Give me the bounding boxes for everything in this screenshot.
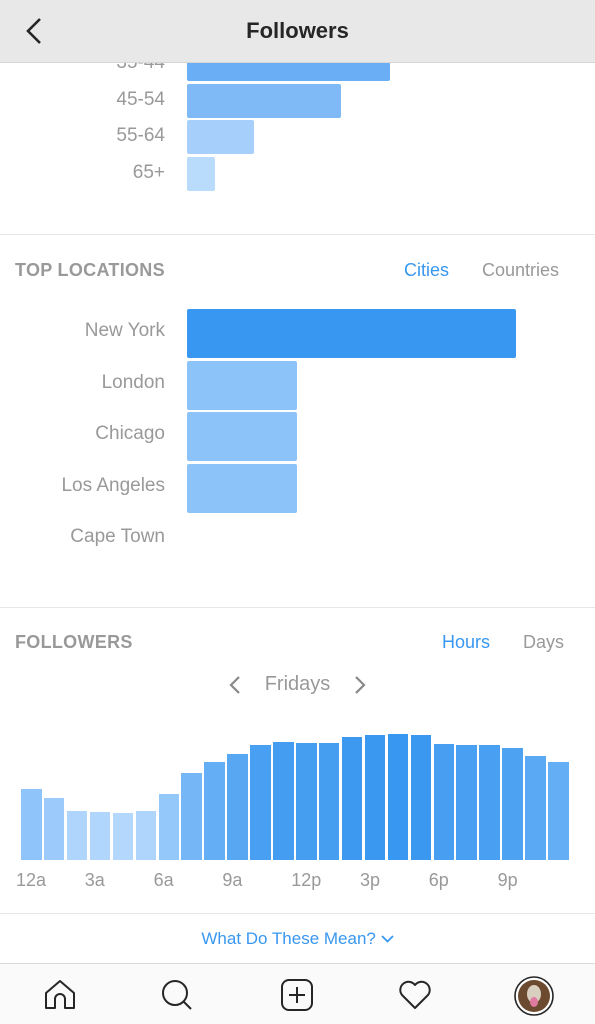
hour-bar bbox=[364, 735, 386, 860]
x-tick-label: 9a bbox=[222, 870, 243, 890]
location-label: New York bbox=[84, 320, 165, 341]
hour-bar bbox=[135, 811, 157, 860]
hour-bar bbox=[181, 773, 202, 860]
hour-bar bbox=[250, 745, 271, 860]
x-tick-label: 9p bbox=[497, 870, 518, 890]
hour-bar bbox=[43, 798, 65, 860]
x-tick-label: 12p bbox=[291, 870, 322, 890]
hour-bar bbox=[89, 812, 111, 860]
link-label: What Do These Mean? bbox=[201, 929, 376, 948]
location-bar bbox=[187, 360, 297, 410]
age-bar bbox=[187, 157, 215, 191]
hour-bar bbox=[502, 748, 523, 860]
location-bar bbox=[187, 309, 516, 358]
x-tick-label: 6a bbox=[153, 870, 174, 890]
chevron-down-icon bbox=[380, 935, 394, 943]
add-post-icon[interactable] bbox=[280, 978, 314, 1012]
nav-header: Followers bbox=[0, 0, 595, 63]
x-tick-label: 3p bbox=[360, 870, 381, 890]
location-label: London bbox=[101, 371, 165, 393]
x-tick-label: 3a bbox=[84, 870, 105, 890]
hour-bar bbox=[387, 734, 409, 860]
x-tick-label: 6p bbox=[428, 870, 449, 890]
hour-bar bbox=[548, 762, 569, 860]
hour-bar bbox=[525, 756, 546, 860]
hour-bar bbox=[456, 745, 477, 860]
what-do-these-mean-link[interactable]: What Do These Mean? bbox=[0, 929, 595, 949]
location-bar bbox=[187, 412, 297, 461]
hour-bar bbox=[21, 789, 42, 860]
tab-days[interactable]: Days bbox=[523, 632, 564, 653]
hour-bar bbox=[433, 744, 455, 860]
hour-bar bbox=[341, 737, 363, 860]
followers-title: FOLLOWERS bbox=[15, 632, 133, 652]
bottom-nav bbox=[0, 963, 595, 1024]
x-tick-label: 12a bbox=[16, 870, 47, 890]
age-label: 45-54 bbox=[116, 89, 165, 110]
location-label: Los Angeles bbox=[61, 474, 165, 496]
divider bbox=[0, 607, 595, 608]
location-label: Chicago bbox=[95, 423, 165, 444]
tab-countries[interactable]: Countries bbox=[482, 260, 559, 281]
hour-bar bbox=[158, 794, 180, 860]
hour-bar bbox=[318, 743, 340, 860]
hour-bar bbox=[273, 742, 294, 860]
divider bbox=[0, 234, 595, 235]
divider bbox=[0, 913, 595, 914]
age-bar bbox=[187, 84, 341, 118]
tab-hours[interactable]: Hours bbox=[442, 632, 490, 653]
hour-bar bbox=[227, 754, 248, 860]
hour-bar bbox=[296, 743, 317, 860]
heart-icon[interactable] bbox=[398, 978, 432, 1012]
next-day-chevron-icon[interactable] bbox=[353, 675, 367, 695]
hour-bar bbox=[204, 762, 225, 860]
top-locations-title: TOP LOCATIONS bbox=[15, 260, 165, 280]
location-bar bbox=[187, 463, 297, 513]
tab-cities[interactable]: Cities bbox=[404, 260, 449, 281]
location-label: Cape Town bbox=[70, 526, 165, 547]
search-icon[interactable] bbox=[160, 978, 194, 1012]
hour-bar bbox=[479, 745, 500, 860]
age-label: 55-64 bbox=[116, 125, 165, 146]
day-label: Fridays bbox=[264, 673, 331, 695]
hour-bar bbox=[410, 735, 432, 860]
home-icon[interactable] bbox=[43, 978, 77, 1012]
age-label: 65+ bbox=[132, 162, 165, 183]
profile-avatar[interactable] bbox=[514, 976, 554, 1016]
page-title: Followers bbox=[246, 18, 349, 43]
age-bar bbox=[187, 120, 254, 154]
hour-bar bbox=[112, 813, 134, 860]
hour-bar bbox=[66, 811, 88, 860]
